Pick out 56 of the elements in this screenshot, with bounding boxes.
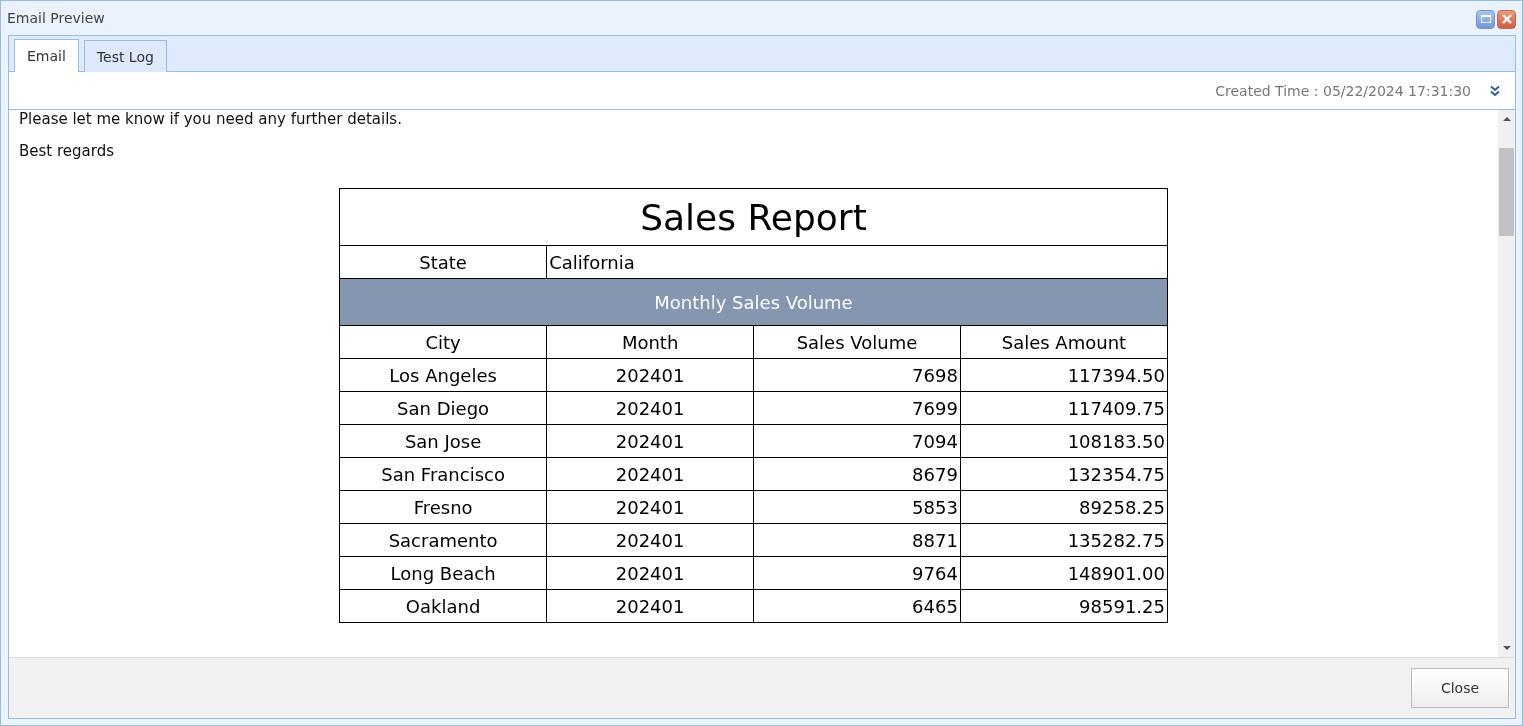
table-cell: 8679 <box>753 457 961 491</box>
table-cell: 7698 <box>753 358 961 392</box>
column-header: Sales Volume <box>753 325 961 359</box>
window-icon <box>1480 15 1491 23</box>
table-cell: San Diego <box>339 391 547 425</box>
table-cell: 7699 <box>753 391 961 425</box>
table-cell: Sacramento <box>339 523 547 557</box>
column-header: City <box>339 325 547 359</box>
scrollbar-thumb[interactable] <box>1499 148 1514 236</box>
table-cell: 7094 <box>753 424 961 458</box>
table-cell: 202401 <box>546 556 754 590</box>
table-cell: San Francisco <box>339 457 547 491</box>
table-cell: 108183.50 <box>960 424 1168 458</box>
maximize-button[interactable] <box>1476 9 1495 29</box>
x-icon <box>1501 14 1512 24</box>
table-cell: 202401 <box>546 457 754 491</box>
table-cell: 8871 <box>753 523 961 557</box>
scroll-up-icon[interactable] <box>1502 116 1511 122</box>
tab[interactable]: Test Log <box>83 40 167 72</box>
table-cell: 202401 <box>546 589 754 623</box>
window-title: Email Preview <box>7 10 105 26</box>
table-cell: 202401 <box>546 391 754 425</box>
column-header: Month <box>546 325 754 359</box>
table-cell: Long Beach <box>339 556 547 590</box>
double-chevron-icon[interactable] <box>1489 84 1501 97</box>
table-cell: 202401 <box>546 358 754 392</box>
table-cell: Fresno <box>339 490 547 524</box>
table-cell: 135282.75 <box>960 523 1168 557</box>
column-header: Sales Amount <box>960 325 1168 359</box>
tab[interactable]: Email <box>14 39 79 72</box>
table-cell: 148901.00 <box>960 556 1168 590</box>
table-cell: Los Angeles <box>339 358 547 392</box>
table-cell: 202401 <box>546 490 754 524</box>
report-title: Sales Report <box>339 188 1168 246</box>
table-cell: 117409.75 <box>960 391 1168 425</box>
table-cell: State <box>339 245 547 279</box>
created-time: Created Time : 05/22/2024 17:31:30 <box>1215 82 1471 99</box>
table-cell: 202401 <box>546 523 754 557</box>
table-cell: 132354.75 <box>960 457 1168 491</box>
table-cell: Oakland <box>339 589 547 623</box>
table-cell: 89258.25 <box>960 490 1168 524</box>
table-cell: 9764 <box>753 556 961 590</box>
email-text: Best regards <box>19 142 115 160</box>
table-cell: 5853 <box>753 490 961 524</box>
email-text: Please let me know if you need any further details. <box>19 110 403 128</box>
table-cell: San Jose <box>339 424 547 458</box>
close-button[interactable]: Close <box>1411 668 1509 708</box>
scroll-down-icon[interactable] <box>1502 645 1511 651</box>
table-cell: California <box>546 245 1168 279</box>
table-cell: 117394.50 <box>960 358 1168 392</box>
scrollbar[interactable] <box>1498 110 1515 657</box>
table-cell: 202401 <box>546 424 754 458</box>
table-cell: 98591.25 <box>960 589 1168 623</box>
section-header: Monthly Sales Volume <box>339 278 1168 326</box>
close-icon[interactable] <box>1497 9 1516 29</box>
table-cell: 6465 <box>753 589 961 623</box>
